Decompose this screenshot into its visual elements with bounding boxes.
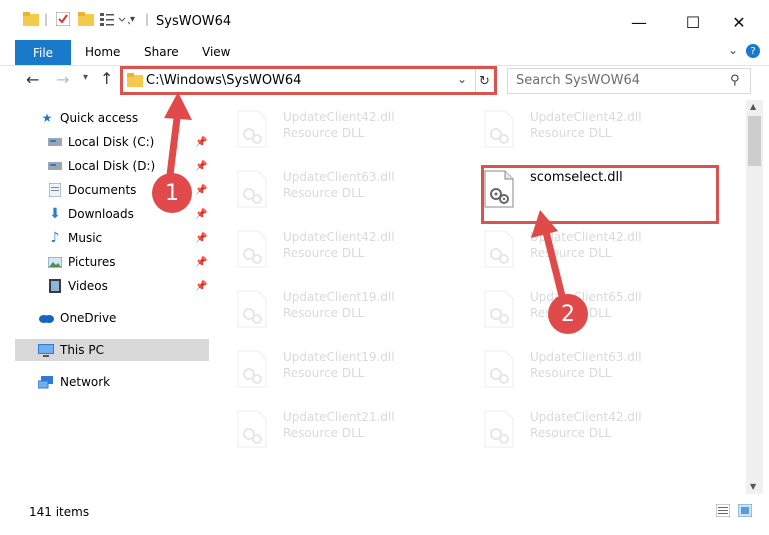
arrow-2-head <box>531 210 558 238</box>
arrow-1-shaft <box>166 109 182 176</box>
annotation-arrows <box>164 92 567 301</box>
step-2-badge: 2 <box>548 294 588 334</box>
arrow-2-shaft <box>541 227 567 301</box>
arrow-1-head <box>164 92 192 120</box>
step-1-badge: 1 <box>152 173 192 213</box>
